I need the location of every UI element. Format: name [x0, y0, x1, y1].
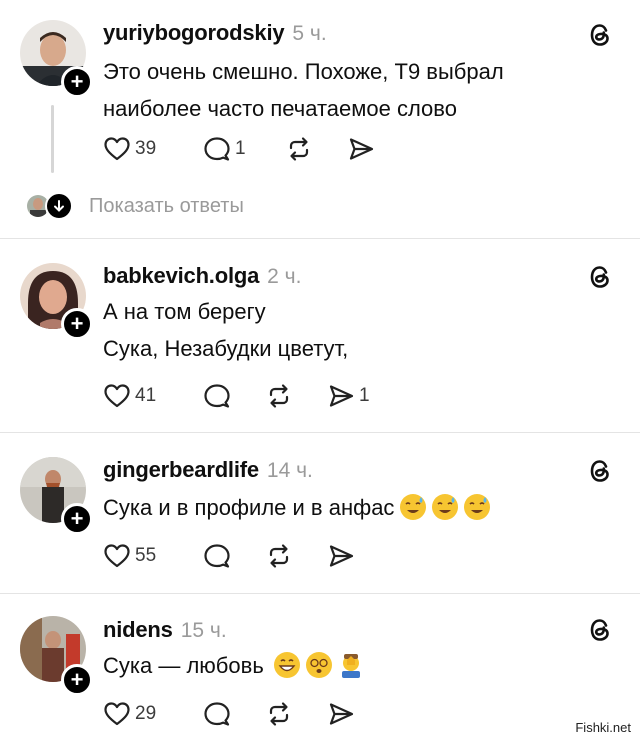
- like-button[interactable]: 29: [103, 700, 203, 728]
- share-button[interactable]: [347, 135, 375, 163]
- username[interactable]: yuriybogorodskiy: [103, 20, 285, 46]
- thread-line: [51, 105, 54, 173]
- post-text-line: Сука — любовь: [103, 653, 264, 678]
- send-icon: [329, 545, 354, 567]
- repost-button[interactable]: [285, 135, 347, 163]
- comment-icon: [204, 384, 230, 408]
- comment-icon: [204, 137, 230, 161]
- dizzy-face-emoji: [305, 652, 332, 678]
- follow-plus-icon[interactable]: +: [61, 664, 93, 696]
- comment-icon: [204, 702, 230, 726]
- post-actions: 41 1: [103, 381, 370, 411]
- timestamp: 2 ч.: [267, 265, 302, 288]
- post-text: А на том берегу Сука, Незабудки цветут,: [103, 293, 348, 367]
- username[interactable]: nidens: [103, 617, 173, 643]
- post-yuriybogorodskiy: + yuriybogorodskiy 5 ч. Это очень смешно…: [0, 0, 640, 240]
- post-babkevich-olga: + babkevich.olga 2 ч. А на том берегу Су…: [0, 239, 640, 433]
- facepalm-emoji: [338, 652, 364, 678]
- follow-plus-icon[interactable]: +: [61, 308, 93, 340]
- likes-count: 29: [135, 703, 157, 724]
- sweat-smile-emoji: [432, 494, 459, 520]
- like-button[interactable]: 39: [103, 135, 203, 163]
- follow-plus-icon[interactable]: +: [61, 66, 93, 98]
- grin-emoji: [273, 652, 300, 678]
- share-button[interactable]: [327, 542, 355, 570]
- post-actions: 39 1: [103, 134, 375, 164]
- show-replies-row[interactable]: Показать ответы: [25, 192, 244, 220]
- send-icon: [349, 138, 374, 160]
- post-actions: 29: [103, 699, 355, 729]
- username[interactable]: babkevich.olga: [103, 263, 259, 289]
- post-text: Это очень смешно. Похоже, Т9 выбрал наиб…: [103, 53, 504, 127]
- post-text: Сука — любовь: [103, 647, 364, 684]
- arrow-down-icon: [45, 192, 73, 220]
- post-text: Сука и в профиле и в анфас: [103, 489, 491, 526]
- likes-count: 41: [135, 385, 157, 406]
- post-nidens: + nidens 15 ч. Сука — любовь 29: [0, 594, 640, 742]
- post-gingerbeardlife: + gingerbeardlife 14 ч. Сука и в профиле…: [0, 433, 640, 585]
- comment-button[interactable]: [203, 382, 265, 410]
- sweat-smile-emoji: [464, 494, 491, 520]
- repost-icon: [269, 544, 289, 568]
- heart-icon: [104, 702, 130, 726]
- comment-button[interactable]: 1: [203, 135, 285, 163]
- follow-plus-icon[interactable]: +: [61, 503, 93, 535]
- threads-logo-icon[interactable]: [585, 615, 615, 645]
- post-text-line: наиболее часто печатаемое слово: [103, 96, 457, 121]
- heart-icon: [104, 544, 130, 568]
- repost-icon: [269, 702, 289, 726]
- comment-button[interactable]: [203, 700, 265, 728]
- share-button[interactable]: [327, 700, 355, 728]
- username[interactable]: gingerbeardlife: [103, 457, 259, 483]
- timestamp: 5 ч.: [292, 22, 327, 45]
- repost-button[interactable]: [265, 382, 327, 410]
- post-text-line: А на том берегу: [103, 299, 266, 324]
- repost-icon: [269, 384, 289, 408]
- sweat-smile-emoji: [400, 494, 427, 520]
- threads-logo-icon[interactable]: [585, 262, 615, 292]
- post-text-line: Сука, Незабудки цветут,: [103, 336, 349, 361]
- likes-count: 39: [135, 138, 157, 159]
- post-text-line: Это очень смешно. Похоже, Т9 выбрал: [103, 59, 504, 84]
- send-icon: [329, 703, 354, 725]
- repost-button[interactable]: [265, 542, 327, 570]
- threads-logo-icon[interactable]: [585, 456, 615, 486]
- like-button[interactable]: 55: [103, 542, 203, 570]
- share-button[interactable]: 1: [327, 382, 370, 410]
- comment-button[interactable]: [203, 542, 265, 570]
- heart-icon: [104, 137, 130, 161]
- like-button[interactable]: 41: [103, 382, 203, 410]
- repost-icon: [289, 137, 309, 161]
- watermark: Fishki.net: [572, 719, 634, 736]
- repost-button[interactable]: [265, 700, 327, 728]
- timestamp: 15 ч.: [180, 619, 227, 642]
- post-text-line: Сука и в профиле и в анфас: [103, 495, 395, 520]
- shares-count: 1: [359, 385, 370, 406]
- post-actions: 55: [103, 541, 355, 571]
- heart-icon: [104, 384, 130, 408]
- comments-count: 1: [235, 138, 246, 159]
- send-icon: [329, 385, 354, 407]
- timestamp: 14 ч.: [266, 459, 313, 482]
- threads-logo-icon[interactable]: [585, 20, 615, 50]
- show-replies-link[interactable]: Показать ответы: [89, 195, 244, 218]
- comment-icon: [204, 544, 230, 568]
- likes-count: 55: [135, 545, 157, 566]
